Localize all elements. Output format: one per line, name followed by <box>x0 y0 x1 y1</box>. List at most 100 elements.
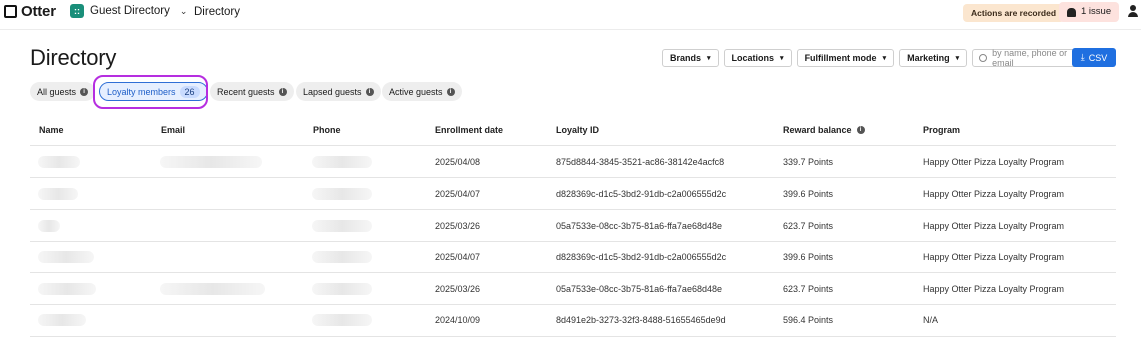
page-title: Directory <box>30 45 117 70</box>
header-divider <box>30 145 1116 146</box>
loyalty-id: 875d8844-3845-3521-ac86-38142e4acfc8 <box>556 157 725 167</box>
redacted-name <box>38 156 80 168</box>
info-icon: i <box>278 87 287 96</box>
column-header-loyalty-id[interactable]: Loyalty ID <box>556 125 599 135</box>
program: Happy Otter Pizza Loyalty Program <box>923 157 1065 167</box>
column-header-name[interactable]: Name <box>39 125 64 135</box>
row-divider <box>30 336 1116 337</box>
otter-logo[interactable]: Otter <box>4 3 56 20</box>
reward-balance: 399.6 Points <box>783 189 834 199</box>
bell-icon <box>1067 7 1076 17</box>
info-icon: i <box>365 87 374 96</box>
download-icon: ⤓ <box>1080 52 1085 62</box>
otter-logo-icon <box>4 5 17 18</box>
column-header-program[interactable]: Program <box>923 125 960 135</box>
loyalty-id: d828369c-d1c5-3bd2-91db-c2a006555d2c <box>556 189 727 199</box>
brands-filter-label: Brands <box>670 53 702 63</box>
top-bar: Otter :: Guest Directory ⌄ Directory Act… <box>0 0 1141 26</box>
marketing-filter[interactable]: Marketing ▾ <box>899 49 968 67</box>
chevron-down-icon: ⌄ <box>179 5 188 16</box>
row-divider <box>30 272 1116 273</box>
top-divider <box>0 29 1141 30</box>
column-header-enrollment-date[interactable]: Enrollment date <box>435 125 503 135</box>
tab-recent-guests[interactable]: Recent guests i <box>210 82 294 101</box>
guest-directory-app-icon: :: <box>70 4 84 18</box>
redacted-phone <box>312 220 372 232</box>
issues-label: 1 issue <box>1081 6 1112 17</box>
program: Happy Otter Pizza Loyalty Program <box>923 189 1065 199</box>
search-icon <box>979 54 988 62</box>
program: Happy Otter Pizza Loyalty Program <box>923 221 1065 231</box>
redacted-phone <box>312 156 372 168</box>
enrollment-date: 2025/03/26 <box>435 284 481 294</box>
app-switcher[interactable]: :: Guest Directory ⌄ <box>70 4 187 18</box>
info-icon: i <box>80 87 89 96</box>
row-divider <box>30 241 1116 242</box>
redacted-name <box>38 314 86 326</box>
actions-recorded-badge: Actions are recorded <box>963 4 1065 22</box>
loyalty-id: 05a7533e-08cc-3b75-81a6-ffa7ae68d48e <box>556 284 722 294</box>
row-divider <box>30 304 1116 305</box>
redacted-phone <box>312 188 372 200</box>
row-divider <box>30 209 1116 210</box>
fulfillment-mode-filter[interactable]: Fulfillment mode ▾ <box>796 49 895 67</box>
program: Happy Otter Pizza Loyalty Program <box>923 252 1065 262</box>
csv-download-button[interactable]: ⤓ CSV <box>1072 48 1116 67</box>
chevron-down-icon: ▾ <box>955 55 960 62</box>
enrollment-date: 2024/10/09 <box>435 315 481 325</box>
tab-label: All guests <box>37 86 77 97</box>
info-icon: i <box>446 87 455 96</box>
reward-balance: 623.7 Points <box>783 284 834 294</box>
tab-label: Lapsed guests <box>303 86 362 97</box>
enrollment-date: 2025/04/07 <box>435 189 481 199</box>
fulfillment-filter-label: Fulfillment mode <box>804 53 877 63</box>
chevron-down-icon: ▾ <box>882 55 887 62</box>
tab-lapsed-guests[interactable]: Lapsed guests i <box>296 82 381 101</box>
reward-balance: 399.6 Points <box>783 252 834 262</box>
column-header-reward-balance[interactable]: Reward balance i <box>783 125 865 135</box>
tab-label: Recent guests <box>217 86 275 97</box>
locations-filter-label: Locations <box>731 53 775 63</box>
chevron-down-icon: ▾ <box>780 55 784 62</box>
app-name: Guest Directory <box>90 5 170 17</box>
filter-bar: Brands ▾ Locations ▾ Fulfillment mode ▾ Mar… <box>662 48 1096 68</box>
program: Happy Otter Pizza Loyalty Program <box>923 284 1065 294</box>
tab-active-guests[interactable]: Active guests i <box>382 82 462 101</box>
column-header-phone[interactable]: Phone <box>313 125 341 135</box>
reward-balance: 339.7 Points <box>783 157 834 167</box>
redacted-phone <box>312 314 372 326</box>
locations-filter[interactable]: Locations ▾ <box>723 49 792 67</box>
tab-all-guests[interactable]: All guests i <box>30 82 96 101</box>
redacted-name <box>38 251 94 263</box>
loyalty-id: 8d491e2b-3273-32f3-8488-51655465de9d <box>556 315 726 325</box>
redacted-email <box>160 156 262 168</box>
enrollment-date: 2025/03/26 <box>435 221 481 231</box>
redacted-phone <box>312 251 372 263</box>
tab-label: Active guests <box>389 86 443 97</box>
redacted-name <box>38 188 78 200</box>
highlight-outline <box>93 75 208 109</box>
column-header-email[interactable]: Email <box>161 125 185 135</box>
logo-text: Otter <box>21 3 56 20</box>
enrollment-date: 2025/04/08 <box>435 157 481 167</box>
reward-balance: 623.7 Points <box>783 221 834 231</box>
breadcrumb[interactable]: Directory <box>194 6 240 18</box>
redacted-email <box>160 283 265 295</box>
issues-button[interactable]: 1 issue <box>1059 2 1120 22</box>
redacted-name <box>38 283 96 295</box>
column-header-label: Reward balance <box>783 125 852 135</box>
enrollment-date: 2025/04/07 <box>435 252 481 262</box>
info-icon: i <box>856 126 865 134</box>
chevron-down-icon: ▾ <box>707 55 711 62</box>
redacted-name <box>38 220 60 232</box>
marketing-filter-label: Marketing <box>907 53 950 63</box>
redacted-phone <box>312 283 372 295</box>
loyalty-id: d828369c-d1c5-3bd2-91db-c2a006555d2c <box>556 252 727 262</box>
loyalty-id: 05a7533e-08cc-3b75-81a6-ffa7ae68d48e <box>556 221 722 231</box>
user-icon[interactable] <box>1127 5 1139 19</box>
brands-filter[interactable]: Brands ▾ <box>662 49 719 67</box>
reward-balance: 596.4 Points <box>783 315 834 325</box>
row-divider <box>30 177 1116 178</box>
program: N/A <box>923 315 939 325</box>
csv-label: CSV <box>1088 52 1108 63</box>
